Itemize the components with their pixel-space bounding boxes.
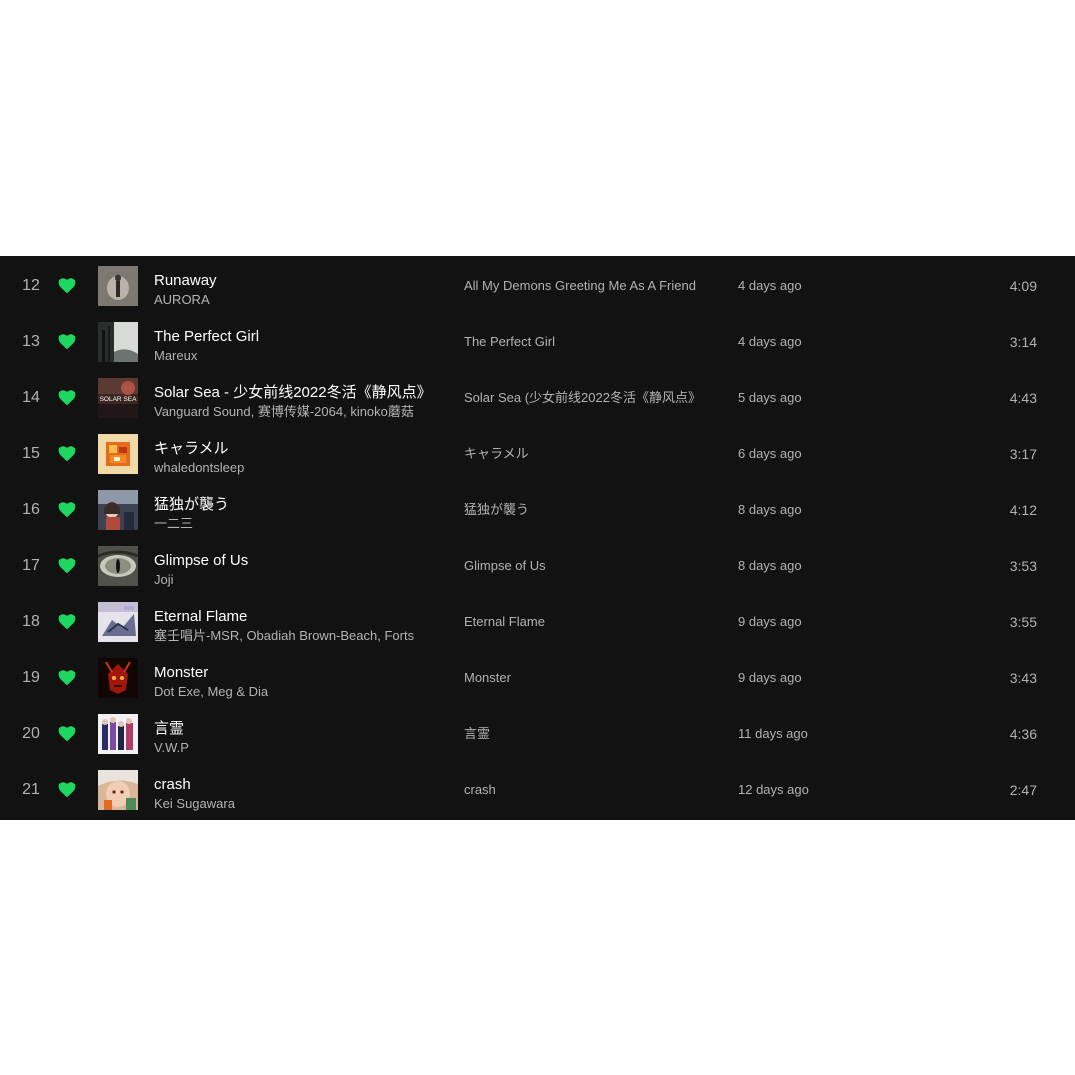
track-title[interactable]: The Perfect Girl bbox=[154, 328, 444, 346]
heart-icon[interactable] bbox=[58, 670, 76, 686]
anime-group-cover bbox=[98, 714, 138, 754]
track-number: 21 bbox=[22, 781, 40, 798]
page: 12 Runaway AURORA All My Demons Greeting Me… bbox=[0, 0, 1075, 1075]
mecha-illustration-cover bbox=[98, 602, 138, 642]
track-duration: 4:36 bbox=[1009, 726, 1037, 742]
track-date-added: 8 days ago bbox=[738, 558, 802, 573]
track-duration: 4:09 bbox=[1009, 278, 1037, 294]
track-row[interactable]: 17 Glimpse of Us Joji Glimpse of Us 8 days a… bbox=[0, 538, 1075, 594]
track-title[interactable]: Glimpse of Us bbox=[154, 552, 444, 570]
track-title[interactable]: キャラメル bbox=[154, 440, 444, 458]
reptile-eye-cover bbox=[98, 546, 138, 586]
track-number: 17 bbox=[22, 557, 40, 574]
track-number: 12 bbox=[22, 277, 40, 294]
track-row[interactable]: 13 The Perfect Girl Mareux The Perfect Girl… bbox=[0, 314, 1075, 370]
orange-collage-cover bbox=[98, 434, 138, 474]
track-artist[interactable]: 塞壬唱片-MSR, Obadiah Brown-Beach, Forts bbox=[154, 628, 444, 644]
heart-icon[interactable] bbox=[58, 782, 76, 798]
track-artist[interactable]: whaledontsleep bbox=[154, 460, 444, 476]
heart-icon[interactable] bbox=[58, 558, 76, 574]
track-number: 13 bbox=[22, 333, 40, 350]
track-artist[interactable]: V.W.P bbox=[154, 740, 444, 756]
track-album[interactable]: Eternal Flame bbox=[464, 594, 720, 650]
track-date-added: 9 days ago bbox=[738, 614, 802, 629]
track-number: 18 bbox=[22, 613, 40, 630]
dark-forest-cover bbox=[98, 322, 138, 362]
track-artist[interactable]: Dot Exe, Meg & Dia bbox=[154, 684, 444, 700]
track-date-added: 9 days ago bbox=[738, 670, 802, 685]
svg-text:SOLAR SEA: SOLAR SEA bbox=[100, 396, 138, 403]
track-date-added: 4 days ago bbox=[738, 334, 802, 349]
track-duration: 3:14 bbox=[1009, 334, 1037, 350]
track-number: 19 bbox=[22, 669, 40, 686]
track-row[interactable]: 21 crash Kei Sugawara crash 12 days ago 2:47 bbox=[0, 762, 1075, 818]
track-duration: 3:17 bbox=[1009, 446, 1037, 462]
track-title[interactable]: 猛独が襲う bbox=[154, 496, 444, 514]
track-number: 16 bbox=[22, 501, 40, 518]
track-album[interactable]: All My Demons Greeting Me As A Friend bbox=[464, 258, 720, 314]
track-album[interactable]: 猛独が襲う bbox=[464, 482, 720, 538]
heart-icon[interactable] bbox=[58, 334, 76, 350]
track-row[interactable]: 12 Runaway AURORA All My Demons Greeting Me… bbox=[0, 258, 1075, 314]
track-album[interactable]: Glimpse of Us bbox=[464, 538, 720, 594]
track-row[interactable]: 20 言霊 V.W.P 言霊 11 days ago 4:36 bbox=[0, 706, 1075, 762]
track-date-added: 8 days ago bbox=[738, 502, 802, 517]
track-row[interactable]: 18 Eternal Flame 塞壬唱片-MSR, Obadiah Brown-B… bbox=[0, 594, 1075, 650]
track-album[interactable]: crash bbox=[464, 762, 720, 818]
track-row[interactable]: 16 猛独が襲う一二三 猛独が襲う 8 days ago 4:12 bbox=[0, 482, 1075, 538]
track-row[interactable]: 19 Monster Dot Exe, Meg & Dia Monster 9 days… bbox=[0, 650, 1075, 706]
heart-icon[interactable] bbox=[58, 726, 76, 742]
track-title[interactable]: Eternal Flame bbox=[154, 608, 444, 626]
track-artist[interactable]: Mareux bbox=[154, 348, 444, 364]
track-album[interactable]: 言霊 bbox=[464, 706, 720, 762]
track-number: 14 bbox=[22, 389, 40, 406]
track-row[interactable]: 14 SOLAR SEA Solar Sea - 少女前线2022冬活《静风点》 Va… bbox=[0, 370, 1075, 426]
heart-icon[interactable] bbox=[58, 390, 76, 406]
track-duration: 3:53 bbox=[1009, 558, 1037, 574]
tracklist: 12 Runaway AURORA All My Demons Greeting Me… bbox=[0, 256, 1075, 820]
track-title[interactable]: Solar Sea - 少女前线2022冬活《静风点》 bbox=[154, 384, 444, 402]
angel-figure-cover bbox=[98, 266, 138, 306]
track-title[interactable]: Monster bbox=[154, 664, 444, 682]
heart-icon[interactable] bbox=[58, 446, 76, 462]
track-title[interactable]: Runaway bbox=[154, 272, 444, 290]
track-duration: 3:55 bbox=[1009, 614, 1037, 630]
heart-icon[interactable] bbox=[58, 614, 76, 630]
track-album[interactable]: キャラメル bbox=[464, 426, 720, 482]
track-artist[interactable]: Kei Sugawara bbox=[154, 796, 444, 812]
track-artist[interactable]: 一二三 bbox=[154, 516, 444, 532]
track-artist[interactable]: AURORA bbox=[154, 292, 444, 308]
anime-girl-cover bbox=[98, 490, 138, 530]
red-demon-cover bbox=[98, 658, 138, 698]
track-date-added: 4 days ago bbox=[738, 278, 802, 293]
track-duration: 4:43 bbox=[1009, 390, 1037, 406]
track-album[interactable]: Monster bbox=[464, 650, 720, 706]
heart-icon[interactable] bbox=[58, 502, 76, 518]
track-duration: 4:12 bbox=[1009, 502, 1037, 518]
track-duration: 3:43 bbox=[1009, 670, 1037, 686]
track-title[interactable]: 言霊 bbox=[154, 720, 444, 738]
track-date-added: 5 days ago bbox=[738, 390, 802, 405]
solar-sea-cover: SOLAR SEA bbox=[98, 378, 138, 418]
track-album[interactable]: Solar Sea (少女前线2022冬活《静风点》 bbox=[464, 370, 720, 426]
illustrated-face-cover bbox=[98, 770, 138, 810]
heart-icon[interactable] bbox=[58, 278, 76, 294]
track-date-added: 12 days ago bbox=[738, 782, 809, 797]
track-date-added: 11 days ago bbox=[738, 726, 808, 741]
track-title[interactable]: crash bbox=[154, 776, 444, 794]
track-number: 15 bbox=[22, 445, 40, 462]
track-number: 20 bbox=[22, 725, 40, 742]
track-row[interactable]: 15 キャラメル whaledontsleep キャラメル 6 days ago 3:17 bbox=[0, 426, 1075, 482]
track-artist[interactable]: Joji bbox=[154, 572, 444, 588]
track-date-added: 6 days ago bbox=[738, 446, 802, 461]
track-duration: 2:47 bbox=[1009, 782, 1037, 798]
track-album[interactable]: The Perfect Girl bbox=[464, 314, 720, 370]
track-artist[interactable]: Vanguard Sound, 赛博传媒-2064, kinoko蘑菇 bbox=[154, 404, 444, 420]
